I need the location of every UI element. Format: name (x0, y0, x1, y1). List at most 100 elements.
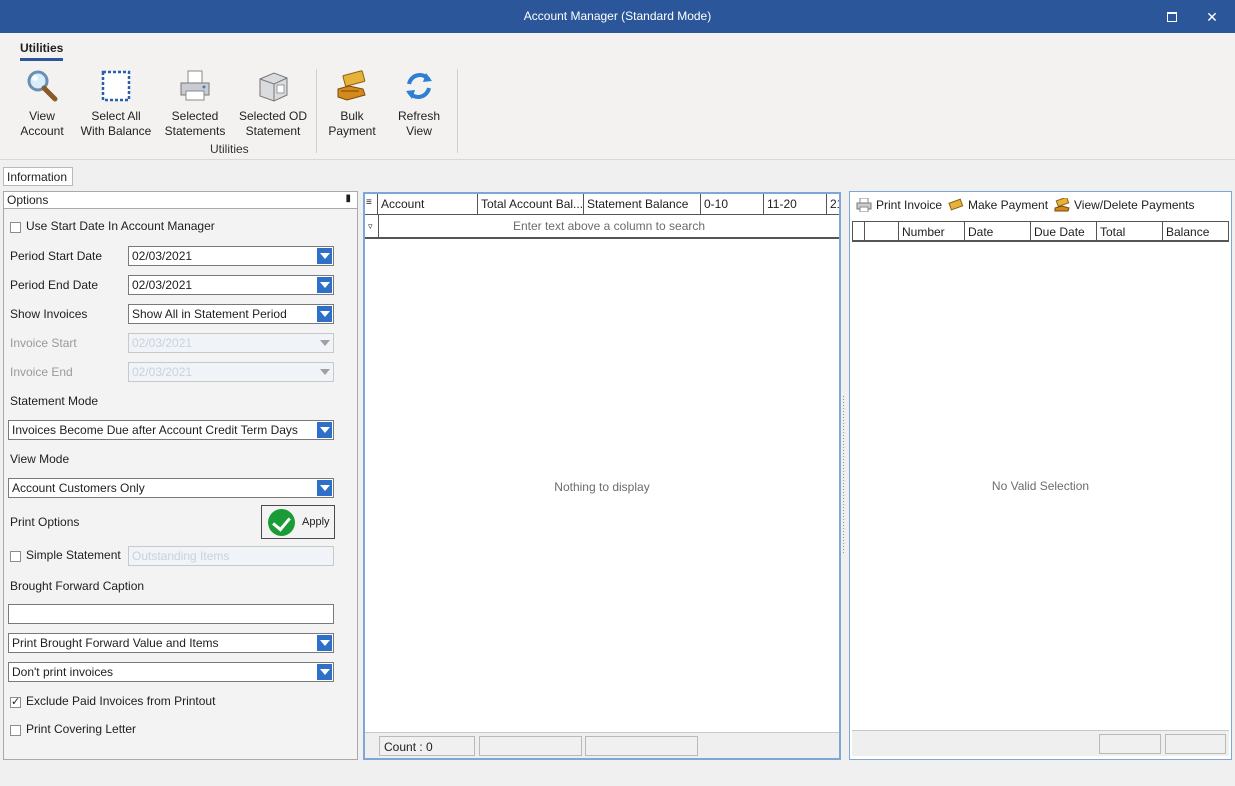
invoices-empty-text: No Valid Selection (991, 479, 1090, 493)
statement-mode-select[interactable]: Invoices Become Due after Account Credit… (8, 420, 334, 440)
refresh-view-button[interactable]: Refresh View (396, 69, 442, 139)
bulk-payment-button[interactable]: Bulk Payment (326, 69, 378, 139)
ribbon-separator (457, 69, 458, 153)
simple-statement-checkbox[interactable] (10, 551, 21, 562)
covering-letter-checkbox[interactable] (10, 725, 21, 736)
invoices-panel: Print Invoice Make Payment View/Delete P… (849, 191, 1232, 760)
column-total[interactable]: Total (1097, 222, 1163, 241)
invoice-start-date-picker: 02/03/2021 (128, 333, 334, 353)
total-balance-summary (479, 736, 582, 756)
chevron-down-icon[interactable] (317, 248, 332, 264)
use-start-date-checkbox[interactable] (10, 222, 21, 233)
options-panel: Options ▮ Use Start Date In Account Mana… (3, 191, 358, 760)
column-select[interactable] (865, 222, 899, 241)
close-icon: ✕ (1206, 9, 1218, 25)
total-summary (1099, 734, 1161, 754)
exclude-paid-checkbox[interactable] (10, 695, 21, 708)
chevron-down-icon (317, 335, 332, 351)
use-start-date-label: Use Start Date In Account Manager (26, 219, 215, 233)
title-bar: Account Manager (Standard Mode) ✕ (0, 0, 1235, 33)
statement-mode-label: Statement Mode (10, 394, 99, 408)
maximize-icon (1167, 12, 1177, 22)
column-due-date[interactable]: Due Date (1031, 222, 1097, 241)
ribbon: Utilities View Account Select All With B… (0, 33, 1235, 160)
printer-icon (856, 197, 872, 213)
selected-od-statement-button[interactable]: Selected OD Statement (238, 69, 308, 139)
chevron-down-icon[interactable] (317, 635, 332, 651)
brought-forward-mode-select[interactable]: Print Brought Forward Value and Items (8, 633, 334, 653)
options-title: Options (7, 193, 49, 207)
close-button[interactable]: ✕ (1201, 6, 1223, 28)
show-invoices-label: Show Invoices (10, 307, 88, 321)
ribbon-separator (316, 69, 317, 153)
panel-splitter[interactable] (842, 395, 846, 555)
refresh-icon (402, 69, 436, 103)
column-0-10[interactable]: 0-10 (701, 194, 764, 215)
print-invoice-button[interactable]: Print Invoice (856, 197, 942, 213)
invoices-grid-header: Number Date Due Date Total Balance (852, 221, 1229, 242)
chevron-down-icon[interactable] (317, 422, 332, 438)
maximize-button[interactable] (1161, 6, 1183, 28)
period-end-date-picker[interactable]: 02/03/2021 (128, 275, 334, 295)
simple-statement-label: Simple Statement (26, 548, 121, 562)
make-payment-button[interactable]: Make Payment (948, 198, 1048, 212)
options-header: Options ▮ (4, 192, 357, 209)
period-start-label: Period Start Date (10, 249, 103, 263)
tab-utilities[interactable]: Utilities (20, 41, 64, 61)
view-mode-select[interactable]: Account Customers Only (8, 478, 334, 498)
period-end-label: Period End Date (10, 278, 99, 292)
money-hand-icon (1054, 196, 1070, 212)
view-delete-payments-button[interactable]: View/Delete Payments (1054, 196, 1195, 212)
grid-empty-text: Nothing to display (554, 480, 650, 494)
printer-icon (178, 69, 212, 103)
exclude-paid-label: Exclude Paid Invoices from Printout (26, 694, 216, 708)
simple-statement-field: Outstanding Items (128, 546, 334, 566)
money-icon (948, 198, 964, 212)
chevron-down-icon[interactable] (317, 306, 332, 322)
column-total-account-balance[interactable]: Total Account Bal... (478, 194, 584, 215)
column-date[interactable]: Date (965, 222, 1031, 241)
column-indicator[interactable] (853, 222, 865, 241)
column-11-20[interactable]: 11-20 (764, 194, 827, 215)
invoices-toolbar: Print Invoice Make Payment View/Delete P… (850, 192, 1231, 219)
column-chooser-icon[interactable]: ≡ (365, 194, 378, 215)
accounts-grid: ≡ Account Total Account Bal... Statement… (363, 192, 841, 760)
grid-search-row[interactable]: ▿ Enter text above a column to search (365, 215, 839, 239)
window-title: Account Manager (Standard Mode) (523, 9, 712, 23)
invoice-end-label: Invoice End (10, 365, 73, 379)
tab-information[interactable]: Information (3, 167, 73, 186)
show-invoices-select[interactable]: Show All in Statement Period (128, 304, 334, 324)
brought-forward-caption-input[interactable] (8, 604, 334, 624)
column-21[interactable]: 21 (827, 194, 839, 215)
chevron-down-icon[interactable] (317, 277, 332, 293)
apply-button[interactable]: Apply (261, 505, 335, 539)
pin-icon[interactable]: ▮ (345, 193, 351, 204)
print-invoices-select[interactable]: Don't print invoices (8, 662, 334, 682)
invoice-start-label: Invoice Start (10, 336, 77, 350)
column-number[interactable]: Number (899, 222, 965, 241)
covering-letter-label: Print Covering Letter (26, 722, 137, 736)
view-account-button[interactable]: View Account (18, 69, 66, 139)
invoices-footer (852, 730, 1229, 756)
grid-footer: Count : 0 (365, 732, 839, 758)
money-hand-icon (335, 69, 369, 103)
select-all-with-balance-button[interactable]: Select All With Balance (80, 69, 152, 139)
check-circle-icon (268, 509, 295, 536)
count-summary: Count : 0 (379, 736, 475, 756)
magnifier-icon (25, 69, 59, 103)
chevron-down-icon[interactable] (317, 664, 332, 680)
statement-balance-summary (585, 736, 698, 756)
brought-forward-caption-label: Brought Forward Caption (10, 579, 145, 593)
dashed-box-icon (99, 69, 133, 103)
column-account[interactable]: Account (378, 194, 478, 215)
filter-icon[interactable]: ▿ (368, 221, 373, 232)
selected-statements-button[interactable]: Selected Statements (164, 69, 226, 139)
period-start-date-picker[interactable]: 02/03/2021 (128, 246, 334, 266)
invoice-end-date-picker: 02/03/2021 (128, 362, 334, 382)
chevron-down-icon (317, 364, 332, 380)
search-hint: Enter text above a column to search (512, 219, 706, 233)
column-statement-balance[interactable]: Statement Balance (584, 194, 701, 215)
column-balance[interactable]: Balance (1163, 222, 1228, 241)
chevron-down-icon[interactable] (317, 480, 332, 496)
grid-header: ≡ Account Total Account Bal... Statement… (365, 194, 839, 215)
